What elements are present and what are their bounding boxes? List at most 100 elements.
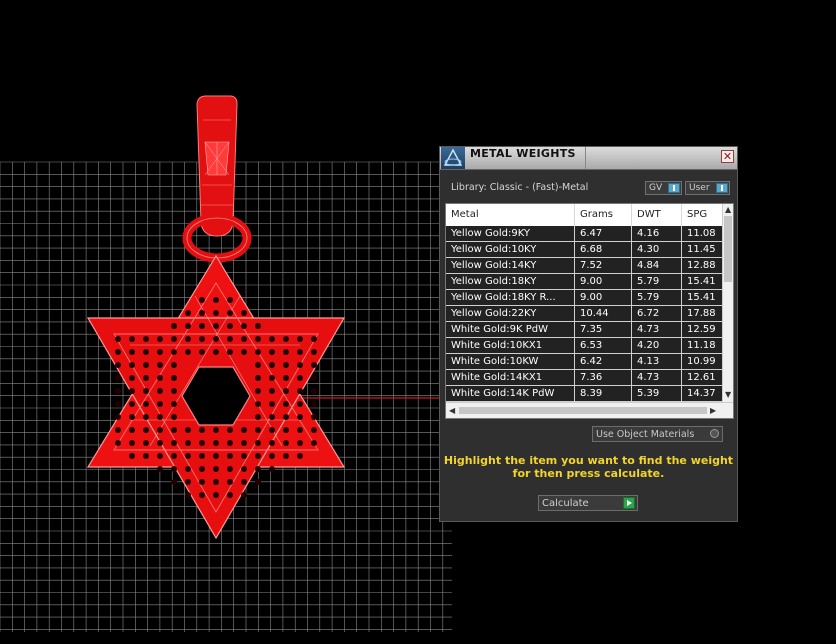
cell-metal: Yellow Gold:18KY R... [446, 290, 575, 305]
table-row[interactable]: White Gold:10KW 6.42 4.13 10.99 [446, 354, 726, 370]
bail [182, 95, 252, 263]
pave-hole [129, 349, 135, 355]
pave-hole [185, 440, 191, 446]
pave-hole [157, 453, 163, 459]
scroll-up-icon[interactable]: ▲ [725, 205, 731, 215]
pave-hole [255, 466, 261, 472]
user-toggle[interactable]: User [685, 181, 730, 195]
cell-metal: White Gold:10KX1 [446, 338, 575, 353]
pave-hole [185, 466, 191, 472]
table-row[interactable]: Yellow Gold:14KY 7.52 4.84 12.88 [446, 258, 726, 274]
pave-hole [143, 414, 149, 420]
pave-hole [115, 388, 121, 394]
pave-hole [255, 388, 261, 394]
pave-hole [185, 492, 191, 498]
pave-hole [185, 479, 191, 485]
gv-toggle[interactable]: GV [645, 181, 682, 195]
use-object-materials-button[interactable]: Use Object Materials [592, 426, 723, 442]
calculate-button[interactable]: Calculate [538, 495, 638, 511]
pave-hole [129, 401, 135, 407]
pave-hole [269, 401, 275, 407]
table-row[interactable]: Yellow Gold:18KY R... 9.00 5.79 15.41 [446, 290, 726, 306]
cell-grams: 6.42 [575, 354, 632, 369]
pave-hole [283, 349, 289, 355]
table-row[interactable]: Yellow Gold:18KY 9.00 5.79 15.41 [446, 274, 726, 290]
pave-hole [129, 453, 135, 459]
pave-hole [227, 492, 233, 498]
pave-hole [199, 466, 205, 472]
column-header-dwt[interactable]: DWT [632, 204, 682, 226]
pave-hole [157, 349, 163, 355]
column-header-spg[interactable]: SPG [682, 204, 726, 226]
pave-hole [297, 375, 303, 381]
pave-hole [283, 336, 289, 342]
cell-spg: 11.45 [682, 242, 726, 257]
pave-hole [269, 466, 275, 472]
column-header-grams[interactable]: Grams [575, 204, 632, 226]
cell-grams: 7.52 [575, 258, 632, 273]
vertical-scroll-thumb[interactable] [724, 216, 732, 282]
cell-metal: White Gold:14KX1 [446, 370, 575, 385]
pave-hole [241, 453, 247, 459]
pave-hole [157, 375, 163, 381]
cell-grams: 7.35 [575, 322, 632, 337]
pave-hole [157, 466, 163, 472]
vertical-scrollbar[interactable]: ▲ ▼ [722, 204, 733, 402]
pave-hole [227, 323, 233, 329]
cell-grams: 6.68 [575, 242, 632, 257]
pave-hole [171, 427, 177, 433]
pave-hole [185, 310, 191, 316]
pave-hole [199, 427, 205, 433]
pave-hole [213, 440, 219, 446]
pave-hole [171, 401, 177, 407]
pave-hole [115, 362, 121, 368]
table-row[interactable]: White Gold:9K PdW 7.35 4.73 12.59 [446, 322, 726, 338]
pave-hole [241, 427, 247, 433]
scroll-left-icon[interactable]: ◀ [449, 406, 455, 416]
column-header-metal[interactable]: Metal [446, 204, 575, 226]
pave-hole [227, 440, 233, 446]
pave-hole [213, 427, 219, 433]
pave-hole [283, 388, 289, 394]
panel-titlebar[interactable]: METAL WEIGHTS ✕ [440, 147, 737, 170]
scroll-down-icon[interactable]: ▼ [725, 390, 731, 400]
table-row[interactable]: White Gold:14K PdW 8.39 5.39 14.37 [446, 386, 726, 402]
pave-hole [269, 427, 275, 433]
app-logo-icon [441, 147, 465, 169]
cell-dwt: 4.73 [632, 322, 682, 337]
pave-hole [129, 375, 135, 381]
pave-hole [255, 414, 261, 420]
table-row[interactable]: White Gold:14KX1 7.36 4.73 12.61 [446, 370, 726, 386]
pave-hole [227, 310, 233, 316]
pave-hole [283, 414, 289, 420]
pave-hole [143, 349, 149, 355]
cell-spg: 12.59 [682, 322, 726, 337]
horizontal-scrollbar[interactable]: ◀ ▶ [446, 402, 733, 418]
pave-hole [255, 323, 261, 329]
pave-hole [297, 427, 303, 433]
pave-hole [213, 297, 219, 303]
table-row[interactable]: Yellow Gold:9KY 6.47 4.16 11.08 [446, 226, 726, 242]
pave-hole [185, 323, 191, 329]
table-row[interactable]: Yellow Gold:10KY 6.68 4.30 11.45 [446, 242, 726, 258]
cell-metal: White Gold:14K PdW [446, 386, 575, 401]
horizontal-scroll-thumb[interactable] [459, 407, 707, 414]
table-row[interactable]: Yellow Gold:22KY 10.44 6.72 17.88 [446, 306, 726, 322]
pave-hole [297, 401, 303, 407]
library-label: Library: Classic - (Fast)-Metal [451, 182, 589, 193]
pave-hole [241, 336, 247, 342]
close-icon[interactable]: ✕ [721, 150, 734, 163]
pave-hole [199, 336, 205, 342]
pave-hole [241, 466, 247, 472]
table-row[interactable]: White Gold:10KX1 6.53 4.20 11.18 [446, 338, 726, 354]
use-object-materials-label: Use Object Materials [596, 429, 695, 440]
cell-metal: Yellow Gold:9KY [446, 226, 575, 241]
cell-spg: 17.88 [682, 306, 726, 321]
pave-hole [171, 440, 177, 446]
table-body: Yellow Gold:9KY 6.47 4.16 11.08 Yellow Gold:… [446, 226, 726, 402]
panel-title: METAL WEIGHTS [470, 147, 576, 160]
pave-hole [241, 492, 247, 498]
scroll-right-icon[interactable]: ▶ [710, 406, 716, 416]
pave-hole [297, 388, 303, 394]
cell-metal: Yellow Gold:14KY [446, 258, 575, 273]
